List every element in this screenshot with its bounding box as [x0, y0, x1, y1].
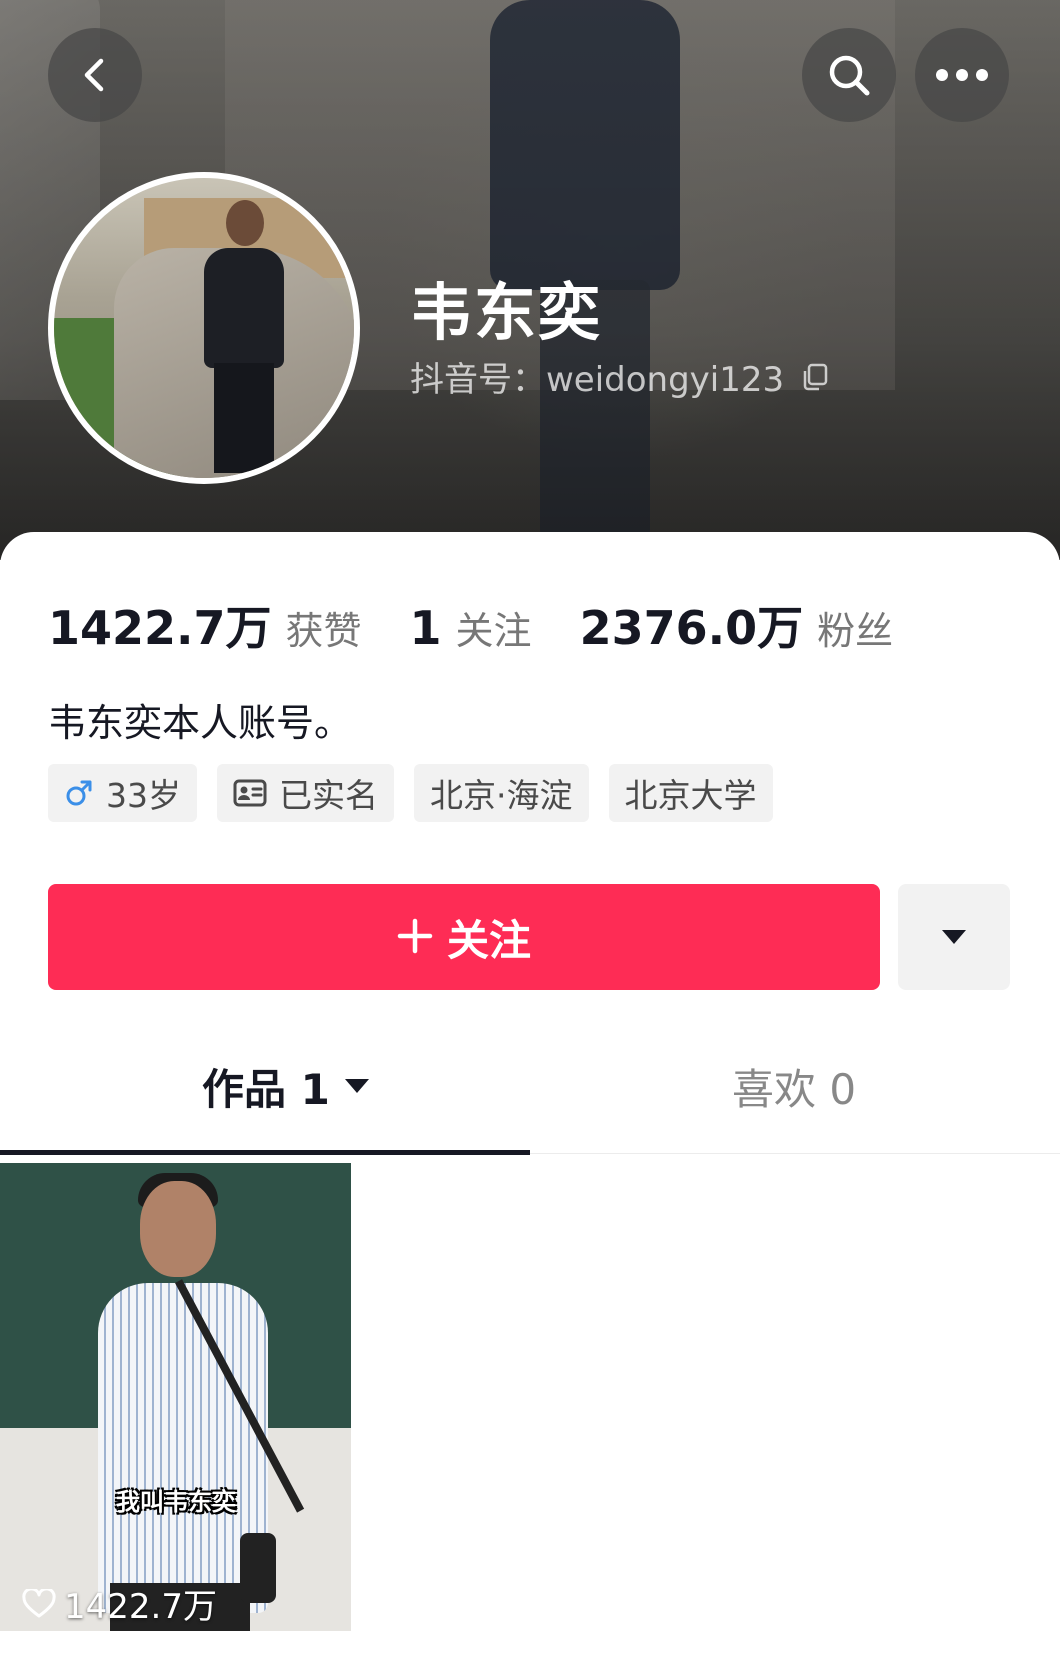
stat-likes[interactable]: 1422.7万 获赞: [48, 592, 362, 658]
more-dots-icon: [936, 69, 988, 81]
tag-school: 北京大学: [608, 764, 773, 822]
follow-button[interactable]: 关注: [48, 884, 880, 990]
video-bag: [240, 1533, 276, 1603]
tab-liked[interactable]: 喜欢 0: [732, 1054, 856, 1118]
video-like-count: 1422.7万: [22, 1579, 217, 1628]
stat-followers[interactable]: 2376.0万 粉丝: [580, 592, 894, 658]
avatar-person-body: [204, 248, 284, 368]
tab-works[interactable]: 作品 1: [202, 1054, 370, 1118]
more-button[interactable]: [915, 28, 1009, 122]
douyin-id-text: 抖音号：weidongyi123: [410, 360, 785, 400]
video-thumbnail[interactable]: 我叫韦东奕 1422.7万: [0, 1163, 351, 1631]
copy-icon[interactable]: [800, 362, 830, 392]
tab-liked-label: 喜欢 0: [732, 1064, 857, 1114]
tag-verified: 已实名: [217, 764, 394, 822]
search-icon: [829, 55, 870, 96]
tab-works-label: 作品 1: [202, 1064, 330, 1114]
stat-following[interactable]: 1 关注: [410, 600, 532, 655]
tag-verified-label: 已实名: [279, 776, 378, 815]
profile-name: 韦东奕: [410, 276, 603, 349]
id-card-icon: [233, 779, 267, 807]
active-tab-indicator: [0, 1150, 530, 1155]
avatar[interactable]: [48, 172, 360, 484]
tag-age-label: 33岁: [106, 776, 181, 815]
tag-location-label: 北京·海淀: [430, 776, 573, 815]
likes-label: 获赞: [285, 609, 362, 653]
video-caption: 我叫韦东奕: [116, 1488, 236, 1516]
following-count: 1: [409, 601, 442, 655]
bio-text: 韦东奕本人账号。: [48, 701, 353, 745]
tag-location: 北京·海淀: [414, 764, 589, 822]
video-person-head: [140, 1181, 216, 1277]
tag-list: 33岁 已实名 北京·海淀 北京大学: [48, 764, 793, 822]
back-button[interactable]: [48, 28, 142, 122]
following-label: 关注: [455, 609, 532, 653]
profile-tabs: 作品 1 喜欢 0: [0, 1054, 1060, 1118]
plus-icon: [397, 911, 433, 963]
chevron-left-icon: [84, 58, 104, 92]
recommend-dropdown-button[interactable]: [898, 884, 1010, 990]
avatar-person-legs: [214, 363, 274, 473]
likes-count: 1422.7万: [48, 601, 272, 655]
tab-divider: [530, 1153, 1060, 1154]
stats-row: 1422.7万 获赞 1 关注 2376.0万 粉丝: [48, 592, 941, 658]
avatar-person-head: [226, 200, 264, 246]
male-icon: [64, 778, 94, 808]
follow-button-label: 关注: [446, 915, 531, 965]
caret-down-icon: [942, 930, 966, 944]
video-like-count-text: 1422.7万: [64, 1587, 217, 1627]
caret-down-icon: [344, 1077, 370, 1095]
followers-count: 2376.0万: [579, 601, 804, 655]
douyin-id[interactable]: 抖音号：weidongyi123: [410, 352, 830, 401]
profile-cover: 韦东奕 抖音号：weidongyi123: [0, 0, 1060, 560]
heart-icon: [22, 1588, 56, 1619]
tag-school-label: 北京大学: [624, 776, 757, 815]
search-button[interactable]: [802, 28, 896, 122]
tag-age: 33岁: [48, 764, 197, 822]
followers-label: 粉丝: [817, 609, 894, 653]
